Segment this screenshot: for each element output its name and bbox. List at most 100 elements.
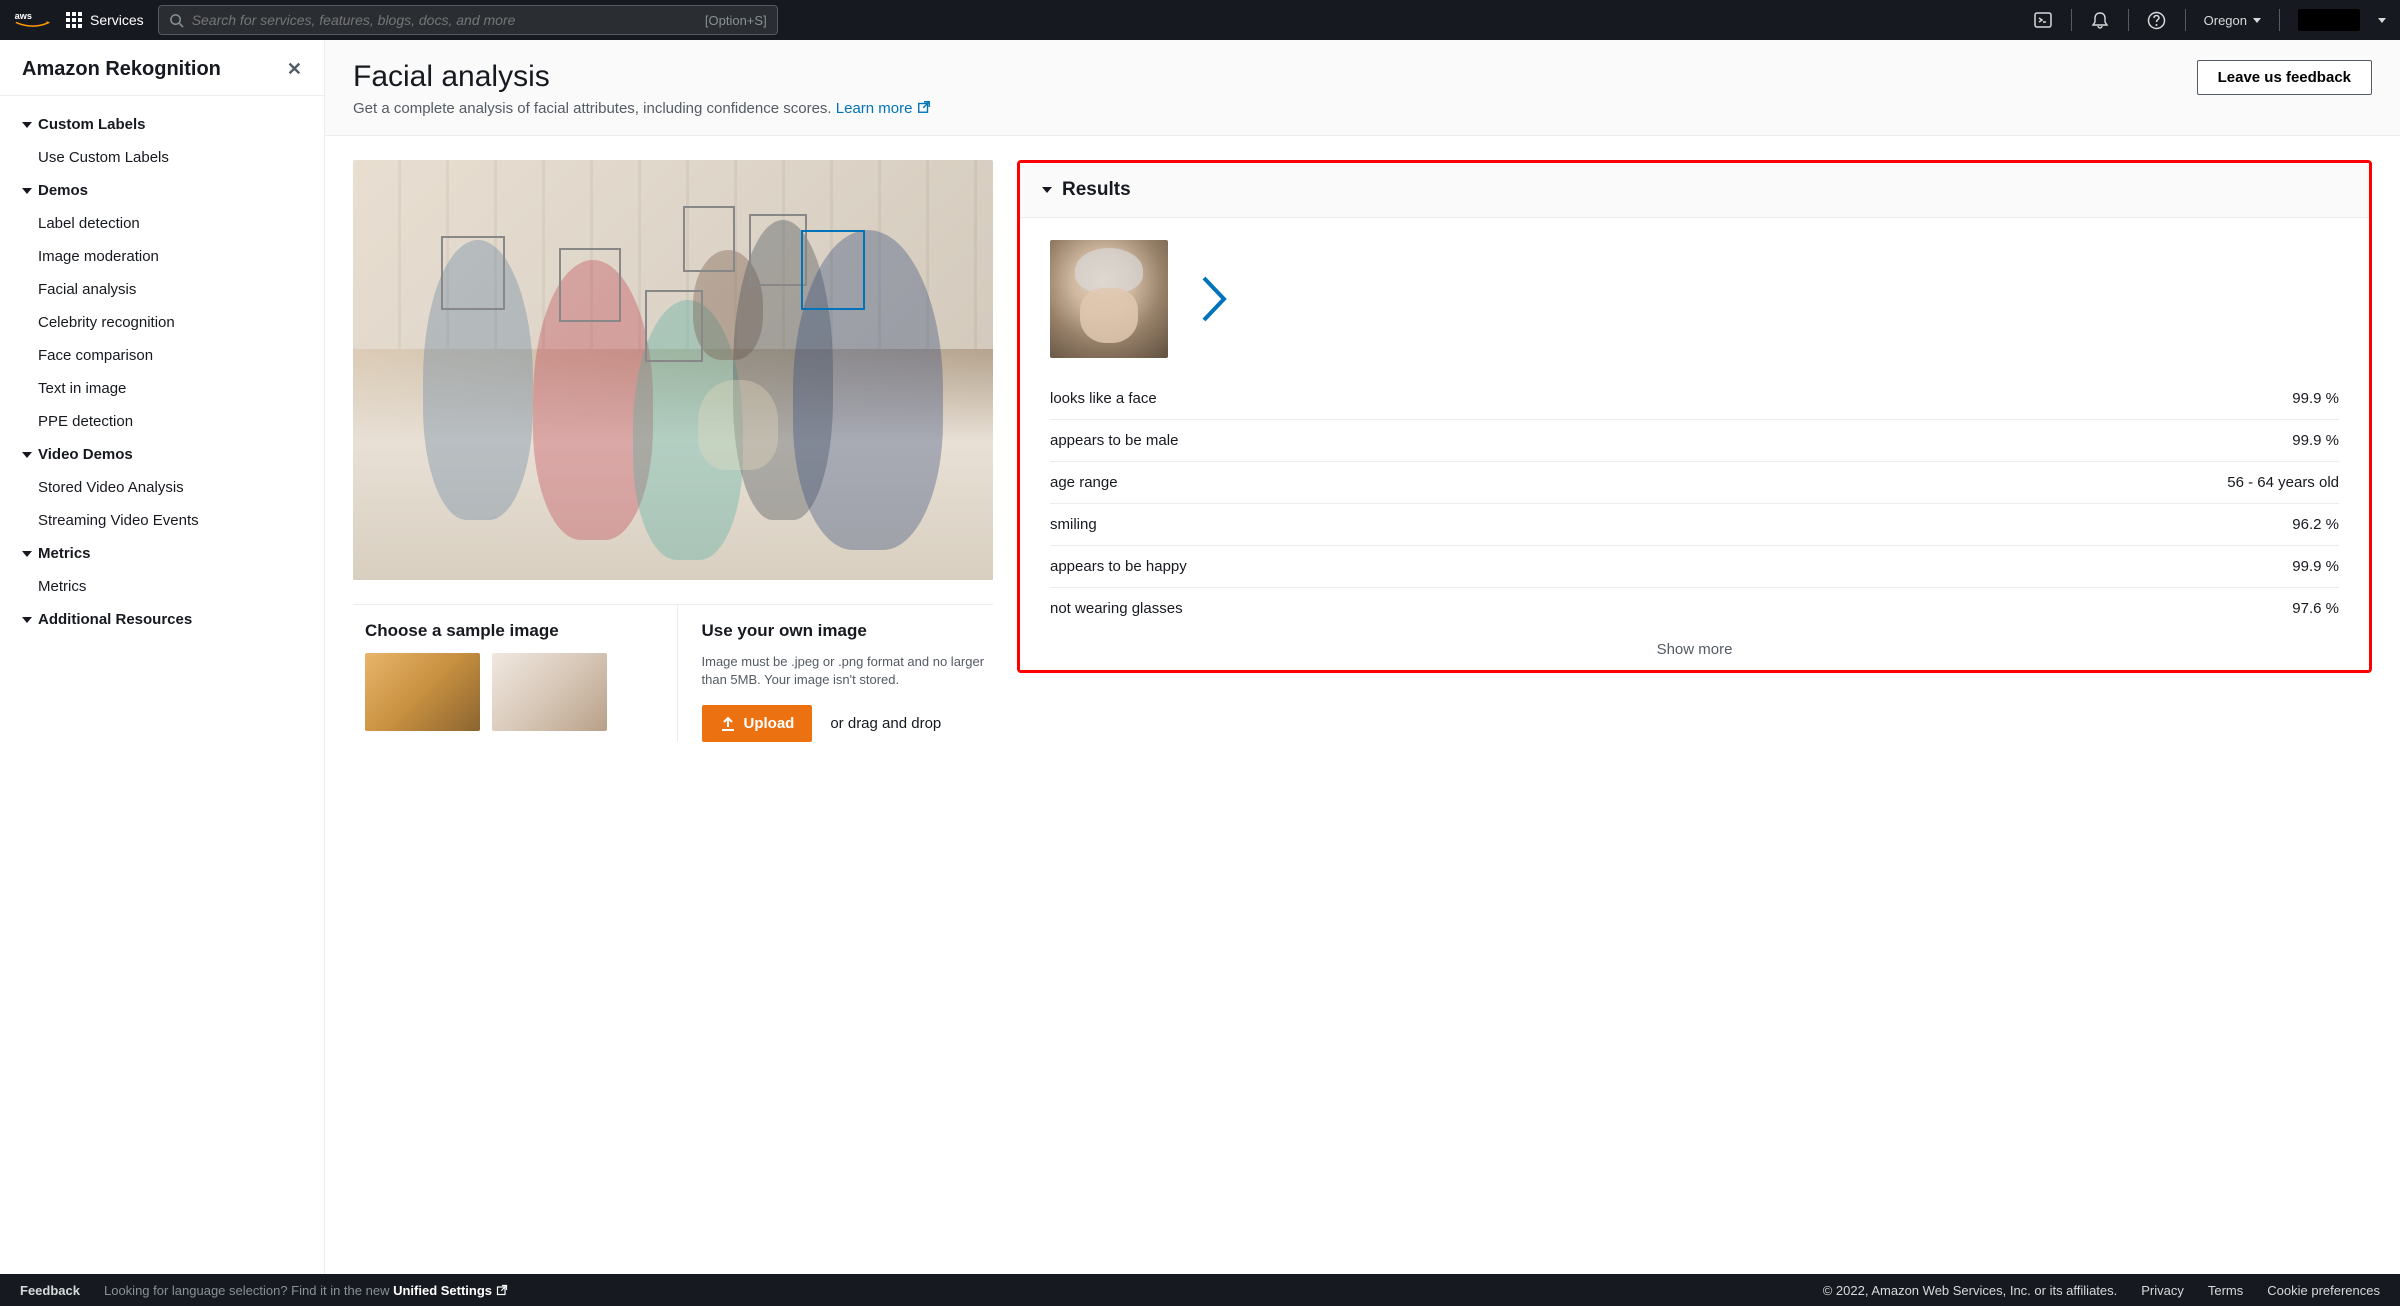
attribute-value: 99.9 %: [2292, 432, 2339, 449]
aws-logo[interactable]: aws: [14, 9, 52, 31]
nav-group-custom-labels[interactable]: Custom Labels: [0, 108, 324, 141]
grid-icon: [66, 12, 82, 28]
learn-more-link[interactable]: Learn more: [836, 100, 931, 117]
notifications-icon[interactable]: [2090, 10, 2110, 30]
attribute-label: looks like a face: [1050, 390, 1157, 407]
nav-group-demos[interactable]: Demos: [0, 174, 324, 207]
upload-icon: [720, 716, 736, 732]
services-label: Services: [90, 12, 144, 28]
top-nav-bar: aws Services [Option+S] Oregon: [0, 0, 2400, 40]
search-input[interactable]: [192, 12, 697, 28]
face-bounding-box[interactable]: [683, 206, 735, 272]
caret-down-icon: [2253, 18, 2261, 23]
caret-down-icon: [22, 188, 32, 194]
caret-down-icon: [1042, 187, 1052, 193]
attribute-value: 97.6 %: [2292, 600, 2339, 617]
attribute-value: 99.9 %: [2292, 390, 2339, 407]
nav-item-celebrity-recognition[interactable]: Celebrity recognition: [0, 306, 324, 339]
page-title: Facial analysis: [353, 60, 931, 94]
topbar-actions: Oregon: [2033, 9, 2386, 31]
results-header[interactable]: Results: [1020, 163, 2369, 218]
nav-group-metrics[interactable]: Metrics: [0, 537, 324, 570]
cloudshell-icon[interactable]: [2033, 10, 2053, 30]
help-icon[interactable]: [2147, 10, 2167, 30]
attribute-label: appears to be happy: [1050, 558, 1187, 575]
results-column: Results looks like a face99.9 %appears t…: [1017, 160, 2372, 673]
attribute-row: smiling 96.2 %: [1050, 504, 2339, 546]
own-image-section: Use your own image Image must be .jpeg o…: [678, 605, 994, 742]
privacy-link[interactable]: Privacy: [2141, 1283, 2184, 1298]
attribute-row: appears to be happy 99.9 %: [1050, 546, 2339, 588]
face-bounding-box[interactable]: [559, 248, 621, 322]
caret-down-icon: [22, 452, 32, 458]
face-bounding-box[interactable]: [645, 290, 703, 362]
attribute-row: appears to be male 99.9 %: [1050, 420, 2339, 462]
region-label: Oregon: [2204, 13, 2247, 28]
nav-item-stored-video-analysis[interactable]: Stored Video Analysis: [0, 471, 324, 504]
page-header: Facial analysis Get a complete analysis …: [325, 40, 2400, 136]
cookie-prefs-link[interactable]: Cookie preferences: [2267, 1283, 2380, 1298]
nav-item-metrics[interactable]: Metrics: [0, 570, 324, 603]
nav-item-face-comparison[interactable]: Face comparison: [0, 339, 324, 372]
choose-sample-label: Choose a sample image: [365, 621, 657, 641]
bottom-bar: Feedback Looking for language selection?…: [0, 1274, 2400, 1306]
page-subtitle: Get a complete analysis of facial attrib…: [353, 100, 931, 117]
feedback-button[interactable]: Leave us feedback: [2197, 60, 2372, 95]
main-content: Facial analysis Get a complete analysis …: [325, 40, 2400, 1274]
region-selector[interactable]: Oregon: [2204, 13, 2261, 28]
face-bounding-box[interactable]: [441, 236, 505, 310]
sample-image-section: Choose a sample image: [353, 605, 678, 742]
global-search[interactable]: [Option+S]: [158, 5, 778, 35]
caret-down-icon: [22, 122, 32, 128]
nav-item-use-custom-labels[interactable]: Use Custom Labels: [0, 141, 324, 174]
caret-down-icon: [2378, 18, 2386, 23]
external-link-icon: [496, 1284, 508, 1296]
attribute-label: not wearing glasses: [1050, 600, 1183, 617]
nav-group-additional-resources[interactable]: Additional Resources: [0, 603, 324, 636]
nav-item-image-moderation[interactable]: Image moderation: [0, 240, 324, 273]
search-icon: [169, 13, 184, 28]
attribute-label: age range: [1050, 474, 1118, 491]
services-menu[interactable]: Services: [66, 12, 144, 28]
service-title: Amazon Rekognition: [22, 58, 221, 81]
language-hint: Looking for language selection? Find it …: [104, 1283, 508, 1298]
own-image-label: Use your own image: [702, 621, 994, 641]
next-face-button[interactable]: [1200, 274, 1228, 324]
show-more-link[interactable]: Show more: [1050, 629, 2339, 662]
attribute-row: not wearing glasses 97.6 %: [1050, 588, 2339, 629]
account-menu[interactable]: [2298, 9, 2360, 31]
sample-thumb-1[interactable]: [365, 653, 480, 731]
nav-group-video-demos[interactable]: Video Demos: [0, 438, 324, 471]
attribute-row: age range 56 - 64 years old: [1050, 462, 2339, 504]
drag-drop-label: or drag and drop: [830, 715, 941, 732]
nav-item-streaming-video-events[interactable]: Streaming Video Events: [0, 504, 324, 537]
attribute-label: appears to be male: [1050, 432, 1178, 449]
image-column: Choose a sample image Use your own image…: [353, 160, 993, 742]
own-image-help: Image must be .jpeg or .png format and n…: [702, 653, 994, 689]
nav-item-facial-analysis[interactable]: Facial analysis: [0, 273, 324, 306]
feedback-link[interactable]: Feedback: [20, 1283, 80, 1298]
nav-item-text-in-image[interactable]: Text in image: [0, 372, 324, 405]
results-title: Results: [1062, 179, 1131, 201]
face-bounding-box[interactable]: [749, 214, 807, 286]
search-shortcut: [Option+S]: [705, 13, 767, 28]
face-bounding-box[interactable]: [801, 230, 865, 310]
analyzed-image[interactable]: [353, 160, 993, 580]
nav-item-ppe-detection[interactable]: PPE detection: [0, 405, 324, 438]
sample-thumb-2[interactable]: [492, 653, 607, 731]
caret-down-icon: [22, 551, 32, 557]
attribute-value: 96.2 %: [2292, 516, 2339, 533]
sidebar: Amazon Rekognition ✕ Custom LabelsUse Cu…: [0, 40, 325, 1274]
terms-link[interactable]: Terms: [2208, 1283, 2243, 1298]
sidebar-header: Amazon Rekognition ✕: [0, 40, 324, 96]
face-crop-preview[interactable]: [1050, 240, 1168, 358]
attribute-label: smiling: [1050, 516, 1097, 533]
external-link-icon: [917, 100, 931, 114]
nav-item-label-detection[interactable]: Label detection: [0, 207, 324, 240]
upload-button[interactable]: Upload: [702, 705, 813, 742]
caret-down-icon: [22, 617, 32, 623]
unified-settings-link[interactable]: Unified Settings: [393, 1283, 508, 1298]
attribute-value: 56 - 64 years old: [2227, 474, 2339, 491]
close-icon[interactable]: ✕: [287, 59, 302, 80]
attribute-value: 99.9 %: [2292, 558, 2339, 575]
